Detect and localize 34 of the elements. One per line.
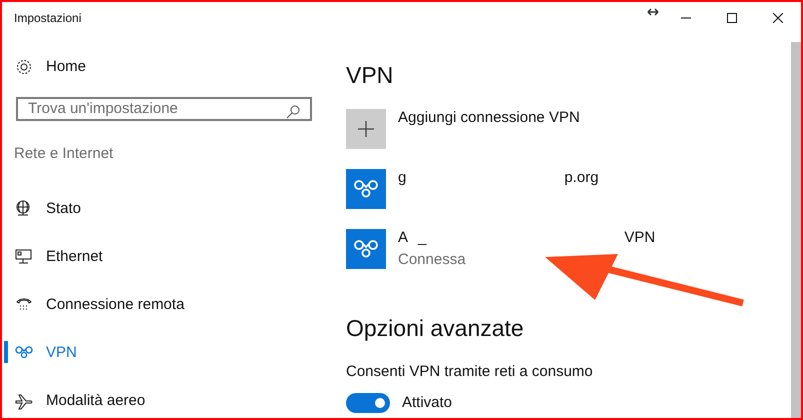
connection-name[interactable]: g bbox=[398, 166, 406, 189]
toggle-state: Attivato bbox=[402, 392, 452, 412]
vpn-tile[interactable] bbox=[346, 228, 386, 268]
monitor-icon bbox=[15, 248, 33, 266]
setting-label: Consenti VPN tramite reti a consumo bbox=[346, 362, 594, 382]
scrollbar[interactable] bbox=[791, 42, 801, 418]
resize-icon bbox=[647, 8, 659, 16]
connection-name[interactable]: p.org bbox=[564, 166, 599, 189]
section-heading: Opzioni avanzate bbox=[346, 314, 525, 343]
connection-name[interactable]: A bbox=[398, 226, 408, 249]
close-icon bbox=[773, 13, 783, 23]
nav-item[interactable]: Connessione remota bbox=[15, 294, 184, 316]
nav-item[interactable]: VPN bbox=[15, 342, 77, 364]
home-link[interactable]: Home bbox=[15, 56, 332, 78]
nav-item[interactable]: Ethernet bbox=[15, 246, 103, 268]
vpn-tile[interactable] bbox=[346, 168, 386, 208]
page-title: VPN bbox=[346, 61, 394, 90]
airplane-icon bbox=[15, 392, 33, 410]
nav-item[interactable]: Modalità aereo bbox=[15, 390, 146, 412]
connection-name[interactable]: VPN bbox=[624, 226, 656, 249]
gear-icon bbox=[15, 58, 33, 76]
connection-name[interactable]: Aggiungi connessione VPN bbox=[398, 106, 580, 129]
vpn-icon bbox=[353, 238, 379, 258]
connection-name[interactable]: _ bbox=[418, 226, 426, 249]
toggle-switch[interactable] bbox=[346, 392, 390, 413]
connection-status: Connessa bbox=[398, 250, 467, 270]
maximize-icon bbox=[727, 13, 737, 23]
vpn-icon bbox=[353, 178, 379, 198]
search-field[interactable]: Trova un'impostazione bbox=[16, 96, 312, 120]
search-icon bbox=[286, 104, 300, 118]
window-title: Impostazioni bbox=[14, 10, 82, 27]
plus-icon bbox=[357, 120, 375, 138]
section-heading: Rete e Internet bbox=[14, 144, 114, 164]
nav-item[interactable]: Stato bbox=[15, 198, 82, 220]
